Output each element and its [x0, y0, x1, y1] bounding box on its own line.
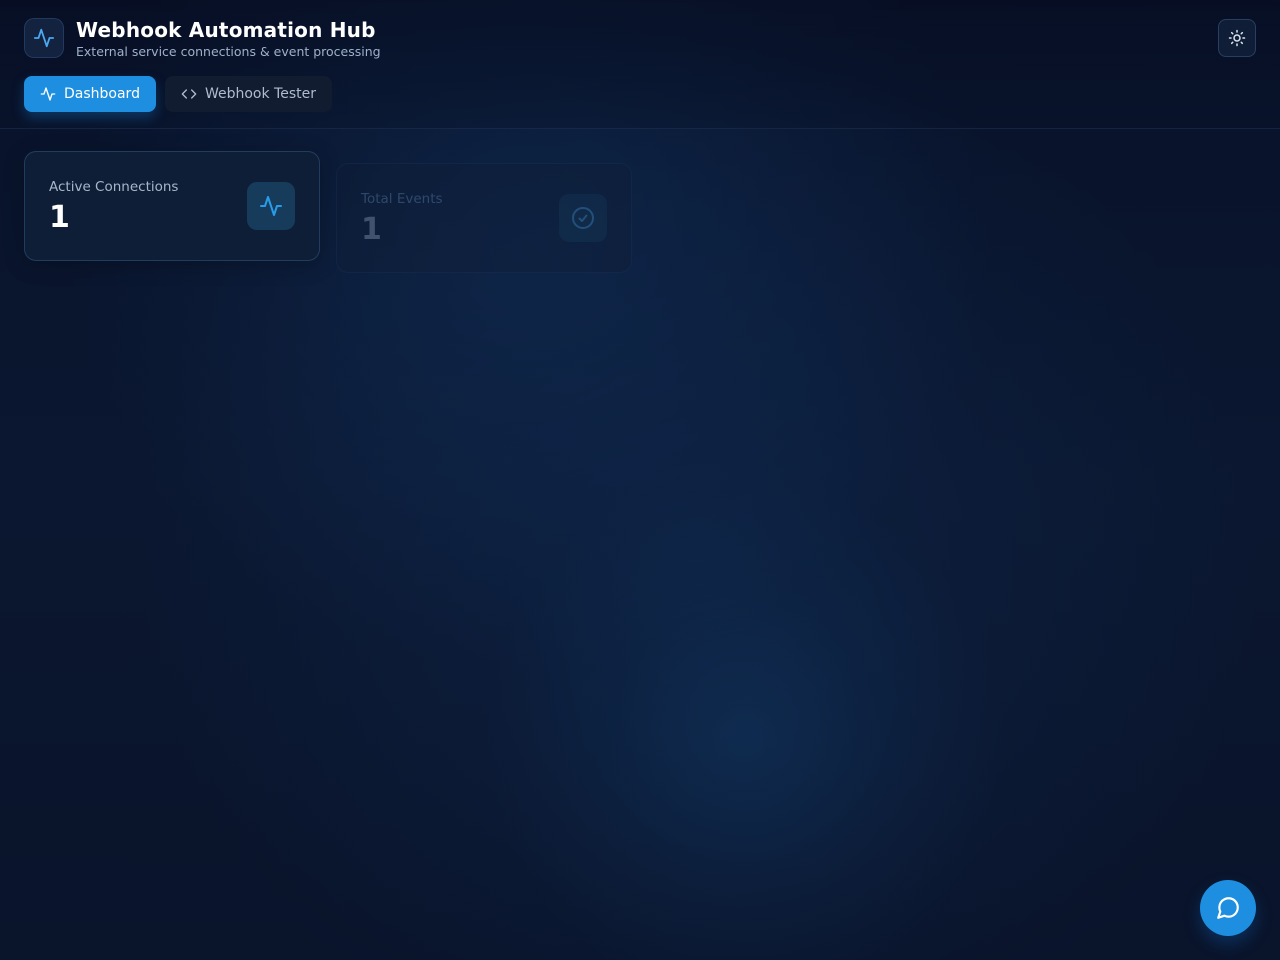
- tab-label: Dashboard: [64, 86, 140, 102]
- activity-icon: [40, 87, 56, 101]
- activity-icon: [33, 28, 55, 48]
- chat-button[interactable]: [1200, 880, 1256, 936]
- stat-value: 1: [49, 200, 70, 235]
- stat-card-total-events: Total Events 1: [336, 163, 632, 273]
- stat-card-active-connections: Active Connections 1: [24, 151, 320, 261]
- activity-icon: [260, 196, 282, 216]
- theme-toggle-button[interactable]: [1218, 19, 1256, 57]
- code-icon: [181, 89, 197, 99]
- app-subtitle: External service connections & event pro…: [76, 44, 381, 59]
- tab-label: Webhook Tester: [204, 86, 316, 102]
- stat-label: Active Connections: [49, 179, 179, 195]
- check-circle-icon: [572, 207, 594, 229]
- tab-dashboard[interactable]: Dashboard: [24, 76, 156, 112]
- stat-label: Total Events: [361, 191, 443, 207]
- sun-icon: [1228, 29, 1246, 47]
- app-header: Webhook Automation Hub External service …: [0, 0, 1280, 129]
- stat-icon-box: [559, 194, 607, 242]
- tab-webhook-tester[interactable]: Webhook Tester: [164, 76, 332, 112]
- nav-tabs: Dashboard Webhook Tester: [24, 76, 332, 112]
- stat-icon-box: [247, 182, 295, 230]
- app-title: Webhook Automation Hub: [76, 18, 376, 42]
- stat-value: 1: [361, 212, 382, 247]
- message-circle-icon: [1217, 897, 1239, 919]
- app-logo: [24, 18, 64, 58]
